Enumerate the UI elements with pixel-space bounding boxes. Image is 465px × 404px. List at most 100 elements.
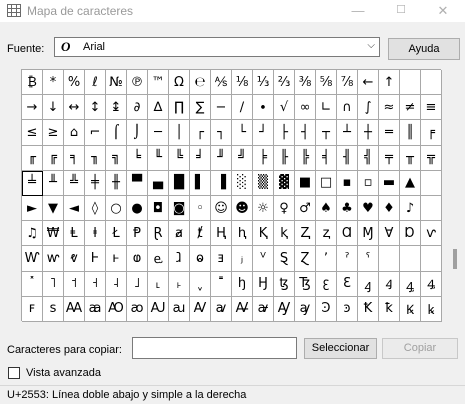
character-cell[interactable]: ╠ <box>295 145 316 171</box>
character-cell[interactable]: ═ <box>379 120 400 146</box>
character-cell[interactable]: ╢ <box>337 145 358 171</box>
select-button[interactable]: Seleccionar <box>304 338 377 359</box>
character-cell[interactable]: ⌠ <box>106 120 127 146</box>
character-cell[interactable]: ∆ <box>148 95 169 121</box>
character-cell[interactable]: ₩ <box>43 221 64 247</box>
character-cell[interactable]: ╞ <box>253 145 274 171</box>
character-cell[interactable]: ♣ <box>337 195 358 222</box>
character-cell[interactable]: ⱻ <box>211 246 232 272</box>
character-cell[interactable] <box>400 70 421 96</box>
character-cell[interactable]: ⱽ <box>253 246 274 272</box>
character-cell[interactable]: Ꜹ <box>190 296 211 322</box>
character-cell[interactable]: ⱨ <box>232 221 253 247</box>
scrollbar-thumb[interactable] <box>453 249 457 269</box>
character-cell[interactable]: ◘ <box>148 195 169 222</box>
character-cell[interactable]: ╣ <box>358 145 379 171</box>
character-cell[interactable]: Ȿ <box>274 246 295 272</box>
character-cell[interactable]: ☼ <box>253 195 274 222</box>
character-cell[interactable]: ℮ <box>190 70 211 96</box>
character-cell[interactable]: ∏ <box>169 95 190 121</box>
character-cell[interactable]: ⱺ <box>190 246 211 272</box>
character-cell[interactable]: ← <box>358 70 379 96</box>
character-cell[interactable]: ░ <box>232 170 253 196</box>
character-cell[interactable]: ♪ <box>400 195 421 222</box>
character-cell[interactable]: ⱸ <box>148 246 169 272</box>
character-cell[interactable]: ∞ <box>295 95 316 121</box>
character-cell[interactable]: ╔ <box>43 145 64 171</box>
character-cell[interactable]: █ <box>169 170 190 196</box>
minimize-button[interactable]: — <box>343 0 373 22</box>
character-cell[interactable]: ⱡ <box>85 221 106 247</box>
character-cell[interactable]: ◊ <box>85 195 106 222</box>
character-cell[interactable]: □ <box>316 170 337 196</box>
character-cell[interactable]: ≡ <box>421 95 442 121</box>
character-cell[interactable] <box>421 246 442 272</box>
character-cell[interactable]: ♠ <box>316 195 337 222</box>
character-cell[interactable]: ˀ <box>337 246 358 272</box>
character-cell[interactable]: ├ <box>274 120 295 146</box>
character-cell[interactable]: ♥ <box>358 195 379 222</box>
character-cell[interactable]: Ɽ <box>148 221 169 247</box>
character-cell[interactable]: ╦ <box>421 145 442 171</box>
character-cell[interactable]: ⅔ <box>274 70 295 96</box>
character-cell[interactable]: ▫ <box>358 170 379 196</box>
character-cell[interactable]: ▐ <box>211 170 232 196</box>
characters-to-copy-input[interactable] <box>132 337 297 359</box>
character-cell[interactable]: Ɱ <box>358 221 379 247</box>
character-cell[interactable]: ∩ <box>337 95 358 121</box>
character-cell[interactable]: Ꜧ <box>253 271 274 297</box>
character-grid[interactable]: ₿ *% ℓ № ℗ ™ Ω ℮ ⅍ ⅛ ⅓ ⅔ ⅜ ⅝ ⅞ ← ↑ → ↓ ↔ ↕ ↨ ∂ ∆ ∏ ∑ − ∕ ∙ √ ∞ ∟ ∩ ∫ ≈ ≠ ≡ ≤ ≥… <box>21 69 442 322</box>
character-cell[interactable]: ⱥ <box>169 221 190 247</box>
character-cell[interactable]: ▓ <box>274 170 295 196</box>
character-cell[interactable]: Ꜫ <box>337 271 358 297</box>
character-cell[interactable]: ˦ <box>64 271 85 297</box>
character-cell[interactable]: ꜧ <box>232 271 253 297</box>
character-cell[interactable] <box>400 246 421 272</box>
character-cell[interactable]: ꜯ <box>400 271 421 297</box>
character-cell[interactable]: ∫ <box>358 95 379 121</box>
character-cell[interactable]: ⱴ <box>64 246 85 272</box>
character-cell[interactable]: − <box>211 95 232 121</box>
character-cell[interactable]: ╙ <box>148 145 169 171</box>
close-button[interactable]: ✕ <box>428 0 458 22</box>
character-cell[interactable]: Ꜯ <box>421 271 442 297</box>
character-cell[interactable]: ♫ <box>22 221 43 247</box>
character-cell[interactable]: ˬ <box>190 271 211 297</box>
character-cell[interactable]: └ <box>232 120 253 146</box>
character-cell[interactable]: Ᵽ <box>127 221 148 247</box>
character-cell[interactable]: Ꝁ <box>358 296 379 322</box>
character-cell[interactable]: ▌ <box>190 170 211 196</box>
character-cell[interactable]: ▲ <box>400 170 421 196</box>
character-cell[interactable]: ≥ <box>43 120 64 146</box>
character-cell[interactable]: ⱷ <box>127 246 148 272</box>
character-cell[interactable]: → <box>22 95 43 121</box>
character-cell[interactable]: ↑ <box>379 70 400 96</box>
character-cell[interactable]: ⌐ <box>85 120 106 146</box>
character-cell[interactable]: % <box>64 70 85 96</box>
character-cell[interactable]: ╜ <box>211 145 232 171</box>
character-cell[interactable]: Ꜵ <box>106 296 127 322</box>
character-cell[interactable]: ∙ <box>253 95 274 121</box>
character-cell[interactable]: ⅍ <box>211 70 232 96</box>
character-cell[interactable]: ꝃ <box>421 296 442 322</box>
character-cell[interactable]: ⅝ <box>316 70 337 96</box>
character-cell[interactable]: ꜫ <box>316 271 337 297</box>
character-cell[interactable]: ▒ <box>253 170 274 196</box>
character-cell[interactable]: Ꜩ <box>295 271 316 297</box>
character-cell[interactable]: Ꜿ <box>316 296 337 322</box>
character-cell[interactable]: № <box>106 70 127 96</box>
character-cell[interactable]: ˫ <box>169 271 190 297</box>
character-cell[interactable]: ↓ <box>43 95 64 121</box>
maximize-button[interactable]: ☐ <box>386 0 416 22</box>
copy-button[interactable]: Copiar <box>382 338 458 359</box>
character-cell[interactable]: ╩ <box>64 170 85 196</box>
character-cell[interactable]: Ł <box>106 221 127 247</box>
character-cell[interactable]: ┤ <box>295 120 316 146</box>
character-cell[interactable]: ˧ <box>85 271 106 297</box>
character-cell[interactable]: ∂ <box>127 95 148 121</box>
character-cell[interactable]: ꜱ <box>43 296 64 322</box>
character-cell[interactable]: ┬ <box>316 120 337 146</box>
character-cell[interactable]: ♀ <box>274 195 295 222</box>
character-cell[interactable]: ∑ <box>190 95 211 121</box>
character-cell[interactable]: Ⱳ <box>22 246 43 272</box>
